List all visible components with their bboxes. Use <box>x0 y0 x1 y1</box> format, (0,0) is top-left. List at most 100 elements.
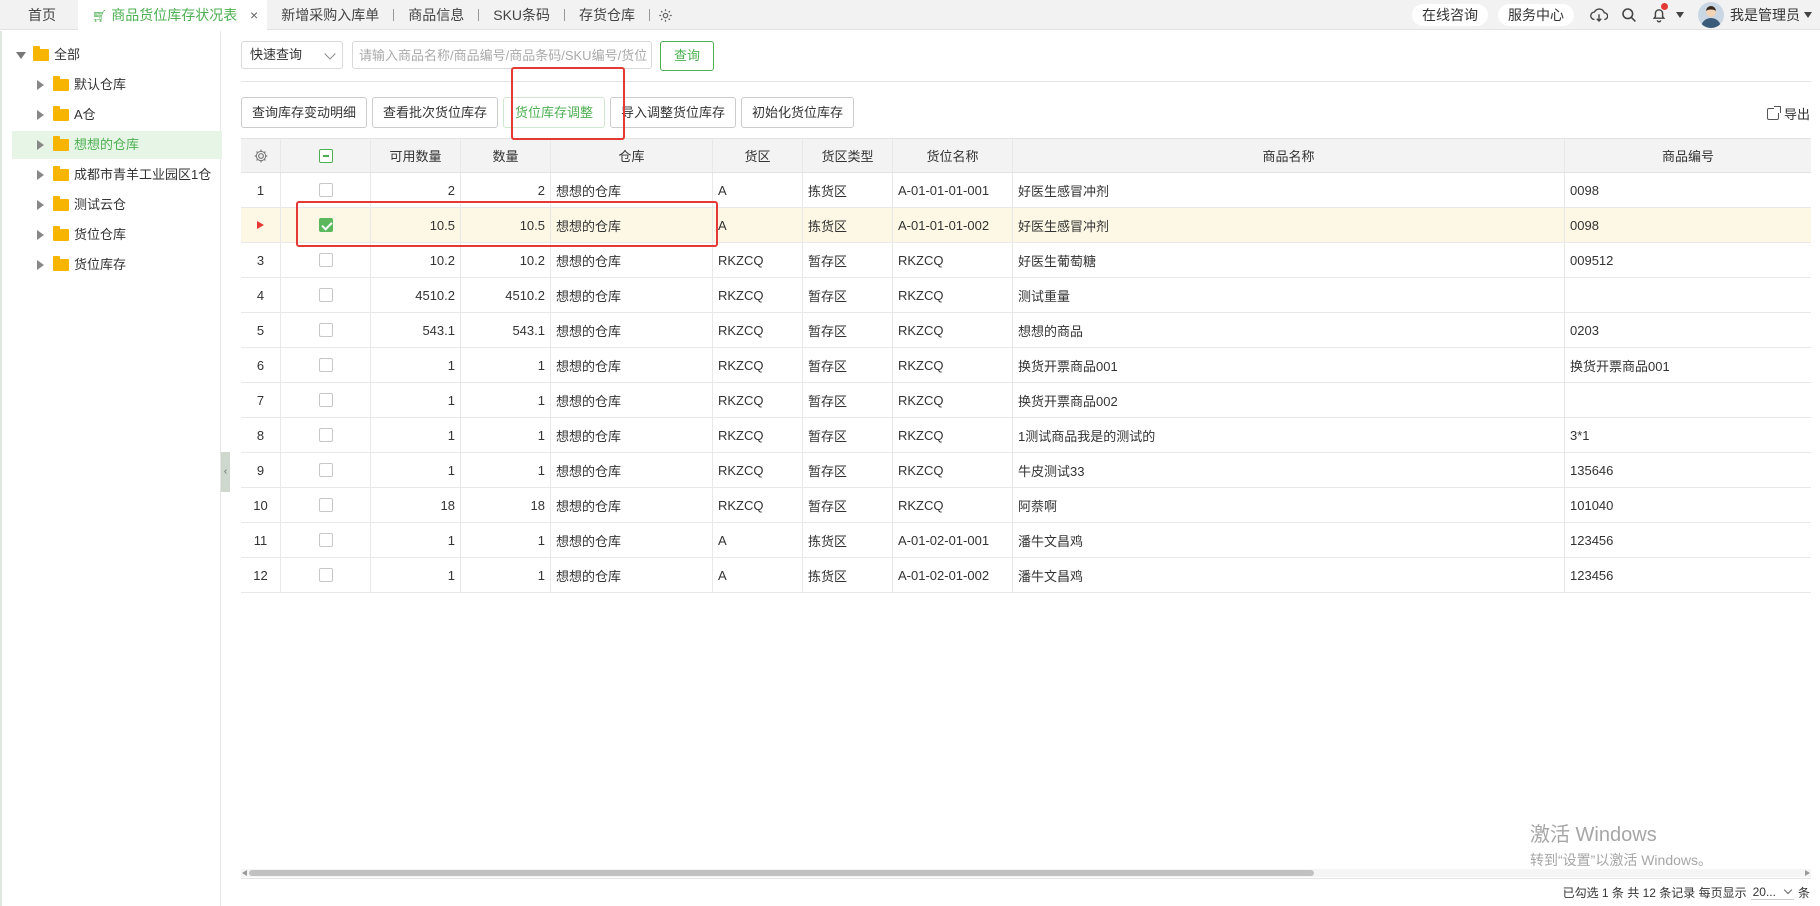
avatar[interactable] <box>1698 2 1724 28</box>
caret-right-icon[interactable] <box>37 260 44 270</box>
row-checkbox[interactable] <box>318 568 333 582</box>
row-checkbox[interactable] <box>318 498 333 512</box>
tree-item-a-warehouse[interactable]: A仓 <box>37 101 96 129</box>
tree-item-location-warehouse[interactable]: 货位仓库 <box>37 221 126 249</box>
caret-right-icon[interactable] <box>37 170 44 180</box>
column-header-qty[interactable]: 数量 <box>461 139 551 172</box>
query-mode-select[interactable]: 快速查询 <box>241 41 343 69</box>
column-header-warehouse[interactable]: 仓库 <box>551 139 713 172</box>
row-checkbox-cell[interactable] <box>281 348 371 382</box>
tree-item-xiangxiang-warehouse[interactable]: 想想的仓库 <box>12 131 222 159</box>
row-checkbox[interactable] <box>318 358 333 372</box>
row-checkbox-cell[interactable] <box>281 243 371 277</box>
bell-icon[interactable] <box>1644 0 1674 30</box>
tree-item-chengdu-warehouse[interactable]: 成都市青羊工业园区1仓 <box>37 161 211 189</box>
search-input[interactable] <box>352 41 652 69</box>
view-batch-button[interactable]: 查看批次货位库存 <box>372 97 498 128</box>
page-size-select[interactable]: 20... <box>1750 885 1794 900</box>
table-row[interactable]: 8 1 1 想想的仓库 RKZCQ 暂存区 RKZCQ 1测试商品我是的测试的 … <box>241 418 1811 453</box>
scroll-right-icon[interactable] <box>1805 870 1810 876</box>
column-header-product-code[interactable]: 商品编号 <box>1565 139 1811 172</box>
row-number: 10 <box>253 497 268 513</box>
column-header-product-name[interactable]: 商品名称 <box>1013 139 1565 172</box>
tab-new-purchase[interactable]: 新增采购入库单 <box>267 0 393 30</box>
column-settings-icon[interactable] <box>241 139 281 172</box>
row-checkbox-cell[interactable] <box>281 453 371 487</box>
table-row[interactable]: 3 10.2 10.2 想想的仓库 RKZCQ 暂存区 RKZCQ 好医生葡萄糖… <box>241 243 1811 278</box>
caret-right-icon[interactable] <box>37 110 44 120</box>
column-header-zone[interactable]: 货区 <box>713 139 803 172</box>
row-checkbox-cell[interactable] <box>281 383 371 417</box>
table-row[interactable]: 11 1 1 想想的仓库 A 拣货区 A-01-02-01-001 潘牛文昌鸡 … <box>241 523 1811 558</box>
online-consult-button[interactable]: 在线咨询 <box>1412 4 1488 26</box>
table-row[interactable]: 6 1 1 想想的仓库 RKZCQ 暂存区 RKZCQ 换货开票商品001 换货… <box>241 348 1811 383</box>
tab-stock-warehouse[interactable]: 存货仓库 <box>565 0 649 30</box>
user-name[interactable]: 我是管理员 <box>1730 5 1800 25</box>
tree-item-location-stock[interactable]: 货位库存 <box>37 251 126 279</box>
table-row[interactable]: 7 1 1 想想的仓库 RKZCQ 暂存区 RKZCQ 换货开票商品002 <box>241 383 1811 418</box>
close-icon[interactable]: × <box>250 0 258 30</box>
row-checkbox[interactable] <box>318 393 333 407</box>
sidebar-collapse-handle[interactable]: ‹ <box>221 452 230 492</box>
scroll-left-icon[interactable] <box>242 870 247 876</box>
init-location-stock-button[interactable]: 初始化货位库存 <box>741 97 854 128</box>
gear-icon[interactable] <box>650 0 680 30</box>
product-code-cell: 0203 <box>1570 322 1599 338</box>
tree-item-test-cloud-warehouse[interactable]: 测试云仓 <box>37 191 126 219</box>
search-button[interactable]: 查询 <box>660 41 714 71</box>
row-checkbox-cell[interactable] <box>281 208 371 242</box>
available-qty-cell: 1 <box>371 383 461 417</box>
row-checkbox[interactable] <box>318 428 333 442</box>
select-all-checkbox[interactable] <box>281 139 371 172</box>
row-checkbox-cell[interactable] <box>281 278 371 312</box>
search-icon[interactable] <box>1614 0 1644 30</box>
product-name-cell: 1测试商品我是的测试的 <box>1013 418 1565 452</box>
service-center-button[interactable]: 服务中心 <box>1498 4 1574 26</box>
tab-sku-barcode[interactable]: SKU条码 <box>479 0 564 30</box>
caret-right-icon[interactable] <box>37 80 44 90</box>
cloud-download-icon[interactable] <box>1584 0 1614 30</box>
query-changes-button[interactable]: 查询库存变动明细 <box>241 97 367 128</box>
location-cell: A-01-02-01-001 <box>893 523 1013 557</box>
tree-item-default-warehouse[interactable]: 默认仓库 <box>37 71 126 99</box>
row-checkbox[interactable] <box>318 183 333 197</box>
column-header-zone-type[interactable]: 货区类型 <box>803 139 893 172</box>
tree-root[interactable]: 全部 <box>16 41 80 69</box>
row-checkbox[interactable] <box>318 288 333 302</box>
zone-type-cell: 拣货区 <box>803 208 893 242</box>
row-checkbox-cell[interactable] <box>281 173 371 207</box>
row-checkbox-cell[interactable] <box>281 523 371 557</box>
row-checkbox[interactable] <box>318 463 333 477</box>
user-menu-caret-icon[interactable] <box>1802 0 1814 30</box>
caret-down-icon[interactable] <box>1674 0 1686 30</box>
horizontal-scrollbar[interactable] <box>241 869 1811 877</box>
table-row[interactable]: 10.5 10.5 想想的仓库 A 拣货区 A-01-01-01-002 好医生… <box>241 208 1811 243</box>
scrollbar-thumb[interactable] <box>249 870 1314 876</box>
caret-right-icon[interactable] <box>37 140 44 150</box>
caret-right-icon[interactable] <box>37 230 44 240</box>
table-row[interactable]: 1 2 2 想想的仓库 A 拣货区 A-01-01-01-001 好医生感冒冲剂… <box>241 173 1811 208</box>
caret-right-icon[interactable] <box>37 200 44 210</box>
tab-inventory-report[interactable]: 🛒︎ 商品货位库存状况表 × <box>78 0 268 30</box>
row-checkbox-cell[interactable] <box>281 313 371 347</box>
row-checkbox-cell[interactable] <box>281 558 371 592</box>
row-checkbox[interactable] <box>318 218 333 232</box>
column-header-available-qty[interactable]: 可用数量 <box>371 139 461 172</box>
caret-down-icon[interactable] <box>16 51 26 59</box>
tab-home[interactable]: 首页 <box>0 0 78 30</box>
table-row[interactable]: 10 18 18 想想的仓库 RKZCQ 暂存区 RKZCQ 阿萘啊 10104… <box>241 488 1811 523</box>
export-button[interactable]: 导出 <box>1766 104 1810 123</box>
table-row[interactable]: 12 1 1 想想的仓库 A 拣货区 A-01-02-01-002 潘牛文昌鸡 … <box>241 558 1811 593</box>
import-adjust-button[interactable]: 导入调整货位库存 <box>610 97 736 128</box>
table-row[interactable]: 5 543.1 543.1 想想的仓库 RKZCQ 暂存区 RKZCQ 想想的商… <box>241 313 1811 348</box>
table-row[interactable]: 4 4510.2 4510.2 想想的仓库 RKZCQ 暂存区 RKZCQ 测试… <box>241 278 1811 313</box>
row-checkbox[interactable] <box>318 253 333 267</box>
tab-product-info[interactable]: 商品信息 <box>394 0 478 30</box>
column-header-location[interactable]: 货位名称 <box>893 139 1013 172</box>
row-checkbox[interactable] <box>318 323 333 337</box>
row-checkbox[interactable] <box>318 533 333 547</box>
row-checkbox-cell[interactable] <box>281 418 371 452</box>
row-checkbox-cell[interactable] <box>281 488 371 522</box>
table-row[interactable]: 9 1 1 想想的仓库 RKZCQ 暂存区 RKZCQ 牛皮测试33 13564… <box>241 453 1811 488</box>
adjust-location-stock-button[interactable]: 货位库存调整 <box>503 97 605 128</box>
